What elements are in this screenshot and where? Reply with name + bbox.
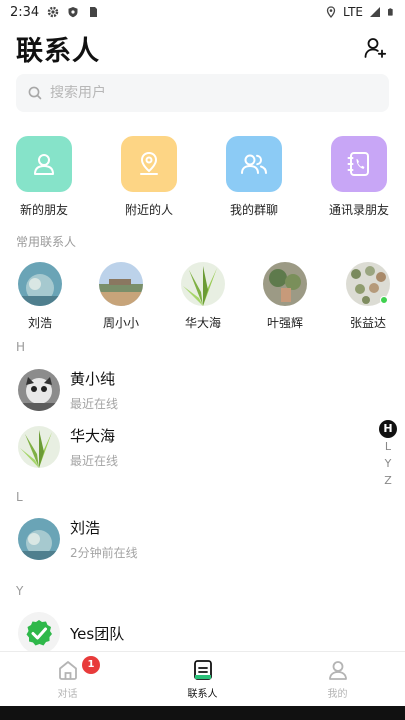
frequent-contact-name: 周小小 — [102, 316, 139, 330]
contact-row[interactable]: 刘浩 2分钟前在线 — [0, 511, 405, 567]
action-label: 通讯录朋友 — [328, 203, 389, 217]
tab-label: 对话 — [57, 688, 78, 700]
location-icon — [326, 6, 336, 18]
contact-name: 华大海 — [70, 427, 116, 445]
tab-contacts[interactable]: 联系人 — [135, 652, 270, 706]
frequent-contact[interactable]: 张益达 — [333, 262, 403, 331]
contact-status: 最近在线 — [70, 454, 119, 468]
avatar — [18, 426, 60, 468]
page-title: 联系人 — [16, 35, 100, 67]
unread-badge: 1 — [82, 656, 100, 674]
sim-card-icon — [90, 7, 98, 17]
group-icon — [241, 154, 267, 174]
contact-row[interactable]: 黄小纯 最近在线 — [0, 362, 405, 418]
signal-icon — [370, 7, 380, 17]
frequent-contact-name: 张益达 — [349, 316, 386, 330]
alphabet-index[interactable]: H L Y Z — [379, 420, 397, 489]
search-bar[interactable] — [16, 74, 389, 112]
frequent-contact[interactable]: 叶强辉 — [250, 262, 320, 331]
frequent-contact[interactable]: 华大海 — [168, 262, 238, 331]
tab-chats[interactable]: 对话 1 — [0, 652, 135, 706]
contact-row[interactable]: 华大海 最近在线 — [0, 419, 405, 475]
group-header-y: Y — [16, 584, 24, 598]
settings-icon — [47, 6, 59, 18]
frequent-contact-name: 叶强辉 — [266, 316, 303, 330]
home-icon — [58, 660, 77, 680]
contacts-list-icon — [193, 659, 212, 680]
network-type: LTE — [343, 5, 363, 19]
contact-name: Yes团队 — [70, 624, 125, 643]
avatar — [99, 262, 143, 306]
alpha-index-active[interactable]: H — [379, 420, 397, 438]
avatar — [18, 369, 60, 411]
check-logo-icon — [26, 620, 52, 646]
frequent-contact-name: 华大海 — [184, 316, 221, 330]
tab-label: 我的 — [327, 688, 348, 700]
alpha-index-letter[interactable]: Y — [385, 455, 392, 472]
location-pin-icon — [140, 151, 158, 175]
nearby-people-tile[interactable] — [121, 136, 177, 192]
add-contact-button[interactable] — [361, 34, 389, 62]
avatar — [18, 262, 62, 306]
phone-book-icon — [347, 152, 369, 176]
status-time: 2:34 — [10, 4, 40, 20]
person-icon — [34, 154, 54, 175]
action-label: 我的群聊 — [229, 203, 278, 217]
battery-icon — [388, 8, 393, 16]
system-navigation-bar — [0, 706, 405, 720]
add-person-icon — [364, 38, 387, 58]
contact-name: 刘浩 — [70, 519, 101, 537]
contact-name: 黄小纯 — [70, 370, 116, 388]
new-friends-tile[interactable] — [16, 136, 72, 192]
nearby-people-button[interactable]: 附近的人 — [104, 136, 194, 218]
avatar — [18, 612, 60, 654]
status-bar: 2:34 LTE — [0, 0, 405, 24]
my-groups-button[interactable]: 我的群聊 — [209, 136, 299, 218]
group-header-l: L — [16, 490, 23, 504]
header: 联系人 — [0, 26, 405, 70]
contact-status: 2分钟前在线 — [70, 546, 138, 560]
bottom-tab-bar: 对话 1 联系人 我的 — [0, 651, 405, 706]
action-label: 新的朋友 — [19, 203, 68, 217]
tab-label: 联系人 — [187, 688, 218, 700]
search-input[interactable] — [50, 85, 350, 101]
profile-icon — [328, 660, 347, 680]
shield-icon — [68, 7, 78, 18]
frequent-contact[interactable]: 周小小 — [86, 262, 156, 331]
phone-contacts-button[interactable]: 通讯录朋友 — [314, 136, 404, 218]
contact-status: 最近在线 — [70, 397, 119, 411]
alpha-index-letter[interactable]: L — [385, 438, 391, 455]
tab-me[interactable]: 我的 — [270, 652, 405, 706]
avatar — [181, 262, 225, 306]
new-friends-button[interactable]: 新的朋友 — [0, 136, 89, 218]
avatar — [18, 518, 60, 560]
frequent-contacts-label: 常用联系人 — [16, 235, 77, 249]
frequent-contact-name: 刘浩 — [27, 316, 52, 330]
online-indicator — [380, 296, 388, 304]
frequent-contacts: 刘浩 周小小 华大海 叶强辉 张益达 — [0, 262, 405, 332]
my-groups-tile[interactable] — [226, 136, 282, 192]
search-icon — [28, 86, 42, 100]
avatar — [263, 262, 307, 306]
alpha-index-letter[interactable]: Z — [384, 472, 392, 489]
frequent-contact[interactable]: 刘浩 — [5, 262, 75, 331]
group-header-h: H — [16, 340, 26, 354]
action-label: 附近的人 — [124, 203, 173, 217]
phone-contacts-tile[interactable] — [331, 136, 387, 192]
quick-actions: 新的朋友 附近的人 我的群聊 通讯录朋友 — [0, 136, 405, 220]
